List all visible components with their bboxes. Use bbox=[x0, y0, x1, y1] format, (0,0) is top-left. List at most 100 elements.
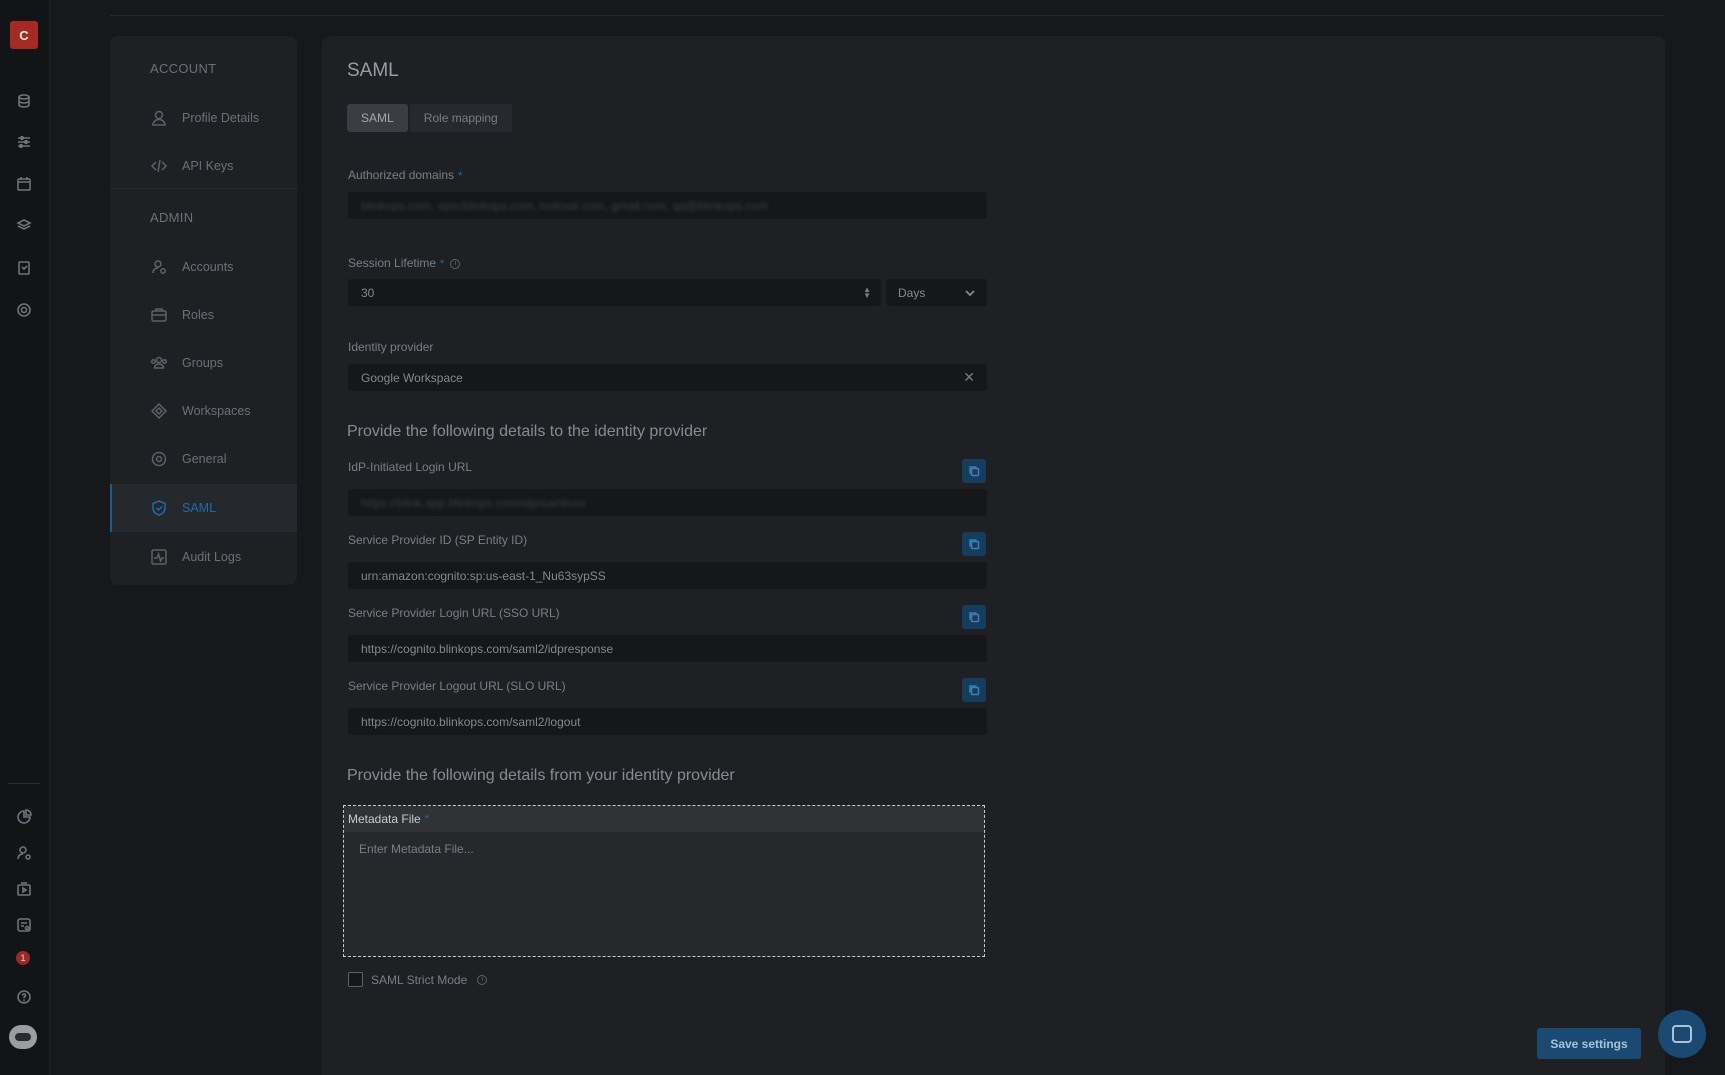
nav-item-label: Workspaces bbox=[182, 404, 251, 418]
nav-item-label: API Keys bbox=[182, 159, 234, 173]
sp-entity-id-value: urn:amazon:cognito:sp:us-east-1_Nu63sypS… bbox=[361, 568, 606, 583]
clipboard-icon[interactable] bbox=[13, 257, 35, 279]
idp-login-url-label: IdP-Initiated Login URL bbox=[348, 460, 473, 474]
nav-item-label: Roles bbox=[182, 308, 214, 322]
nav-item-profile-details[interactable]: Profile Details bbox=[110, 94, 297, 142]
chat-support-button[interactable] bbox=[1658, 1010, 1706, 1058]
copy-icon bbox=[969, 685, 980, 696]
nav-item-label: General bbox=[182, 452, 227, 466]
saml-strict-mode-label: SAML Strict Mode bbox=[371, 972, 468, 987]
database-icon[interactable] bbox=[13, 90, 35, 112]
copy-icon bbox=[969, 466, 980, 477]
sp-entity-id-label: Service Provider ID (SP Entity ID) bbox=[348, 533, 528, 547]
top-divider bbox=[110, 15, 1665, 16]
nav-item-label: Accounts bbox=[182, 260, 234, 274]
pie-chart-icon[interactable] bbox=[13, 806, 35, 828]
session-lifetime-label: Session Lifetime * i bbox=[348, 256, 461, 270]
sso-url-label: Service Provider Login URL (SSO URL) bbox=[348, 606, 560, 620]
copy-icon bbox=[969, 539, 980, 550]
info-icon[interactable]: i bbox=[450, 258, 461, 269]
slo-url-label: Service Provider Logout URL (SLO URL) bbox=[348, 679, 566, 693]
alert-badge[interactable]: 1 bbox=[16, 951, 30, 965]
settings-icon bbox=[151, 451, 167, 467]
tab-saml[interactable]: SAML bbox=[347, 104, 408, 132]
tab-bar: SAML Role mapping bbox=[347, 104, 512, 132]
target-icon[interactable] bbox=[13, 299, 35, 321]
app-rail: C 1 bbox=[0, 0, 50, 1075]
nav-item-label: Audit Logs bbox=[182, 550, 242, 564]
nav-item-label: Groups bbox=[182, 356, 223, 370]
list-gear-icon[interactable] bbox=[13, 914, 35, 936]
copy-idp-login-url-button[interactable] bbox=[962, 459, 986, 483]
session-lifetime-unit-select[interactable]: Days bbox=[886, 279, 987, 306]
save-settings-button[interactable]: Save settings bbox=[1537, 1028, 1641, 1059]
nav-item-audit-logs[interactable]: Audit Logs bbox=[110, 533, 297, 581]
identity-provider-select[interactable]: Google Workspace ✕ bbox=[348, 364, 987, 391]
identity-provider-label: Identity provider bbox=[348, 340, 434, 354]
from-idp-heading: Provide the following details from your … bbox=[347, 767, 735, 784]
nav-item-groups[interactable]: Groups bbox=[110, 339, 297, 387]
nav-item-general[interactable]: General bbox=[110, 435, 297, 483]
chat-icon bbox=[1672, 1025, 1692, 1043]
copy-sso-url-button[interactable] bbox=[962, 605, 986, 629]
sso-url-field[interactable]: https://cognito.blinkops.com/saml2/idpre… bbox=[348, 635, 987, 662]
help-icon[interactable] bbox=[13, 986, 35, 1008]
nav-item-accounts[interactable]: Accounts bbox=[110, 243, 297, 291]
users-icon bbox=[150, 356, 168, 369]
idp-login-url-field[interactable]: https://blink.app.blinkops.com/idp/samls… bbox=[348, 489, 987, 516]
page-title: SAML bbox=[347, 60, 399, 81]
session-lifetime-value: 30 bbox=[361, 285, 375, 300]
slo-url-value: https://cognito.blinkops.com/saml2/logou… bbox=[361, 714, 581, 729]
layers-icon[interactable] bbox=[13, 215, 35, 237]
nav-divider bbox=[110, 188, 297, 189]
tab-role-mapping[interactable]: Role mapping bbox=[409, 104, 512, 132]
saml-strict-mode-row: SAML Strict Mode i bbox=[348, 972, 488, 987]
nav-section-admin: ADMIN bbox=[150, 210, 194, 225]
session-lifetime-input[interactable]: 30 ▲ ▼ bbox=[348, 279, 881, 306]
nav-item-saml[interactable]: SAML bbox=[110, 484, 297, 532]
nav-item-workspaces[interactable]: Workspaces bbox=[110, 387, 297, 435]
metadata-file-label: Metadata File * bbox=[344, 806, 984, 832]
nav-item-label: Profile Details bbox=[182, 111, 260, 125]
stepper-icon[interactable]: ▲ ▼ bbox=[863, 285, 871, 299]
code-icon bbox=[150, 159, 168, 173]
play-folder-icon[interactable] bbox=[13, 878, 35, 900]
chevron-down-icon bbox=[965, 287, 975, 301]
authorized-domains-label: Authorized domains * bbox=[348, 168, 463, 182]
to-idp-heading: Provide the following details to the ide… bbox=[347, 423, 708, 440]
saml-settings-panel: SAML SAML Role mapping Authorized domain… bbox=[322, 36, 1665, 1075]
sso-url-value: https://cognito.blinkops.com/saml2/idpre… bbox=[361, 641, 614, 656]
clear-icon[interactable]: ✕ bbox=[963, 369, 975, 386]
bot-icon[interactable] bbox=[9, 1025, 37, 1049]
authorized-domains-input[interactable]: blinkops.com, opscblinkops.com, hotmail.… bbox=[348, 192, 987, 219]
nav-item-roles[interactable]: Roles bbox=[110, 291, 297, 339]
authorized-domains-value: blinkops.com, opscblinkops.com, hotmail.… bbox=[361, 198, 769, 213]
nav-item-label: SAML bbox=[182, 501, 217, 515]
user-icon bbox=[152, 110, 166, 126]
user-gear-icon[interactable] bbox=[13, 842, 35, 864]
copy-sp-entity-id-button[interactable] bbox=[962, 532, 986, 556]
idp-login-url-value: https://blink.app.blinkops.com/idp/samls… bbox=[361, 495, 586, 510]
copy-icon bbox=[969, 612, 980, 623]
sliders-icon[interactable] bbox=[13, 131, 35, 153]
settings-nav: ACCOUNT Profile Details API Keys ADMIN A… bbox=[110, 36, 297, 585]
saml-strict-mode-checkbox[interactable] bbox=[348, 972, 363, 987]
calendar-icon[interactable] bbox=[13, 173, 35, 195]
activity-icon bbox=[151, 549, 167, 565]
shield-check-icon bbox=[152, 500, 166, 516]
copy-slo-url-button[interactable] bbox=[962, 678, 986, 702]
org-avatar[interactable]: C bbox=[10, 21, 38, 49]
user-gear-icon bbox=[152, 260, 166, 274]
info-icon[interactable]: i bbox=[477, 974, 488, 985]
session-lifetime-unit-value: Days bbox=[898, 285, 926, 300]
sp-entity-id-field[interactable]: urn:amazon:cognito:sp:us-east-1_Nu63sypS… bbox=[348, 562, 987, 589]
diamond-icon bbox=[150, 402, 168, 420]
metadata-file-dropzone[interactable]: Metadata File * bbox=[343, 805, 985, 957]
identity-provider-value: Google Workspace bbox=[361, 370, 463, 385]
nav-section-account: ACCOUNT bbox=[150, 61, 217, 76]
metadata-file-input[interactable] bbox=[344, 832, 984, 956]
briefcase-icon bbox=[151, 308, 167, 322]
nav-item-api-keys[interactable]: API Keys bbox=[110, 142, 297, 190]
slo-url-field[interactable]: https://cognito.blinkops.com/saml2/logou… bbox=[348, 708, 987, 735]
rail-divider bbox=[8, 783, 40, 784]
